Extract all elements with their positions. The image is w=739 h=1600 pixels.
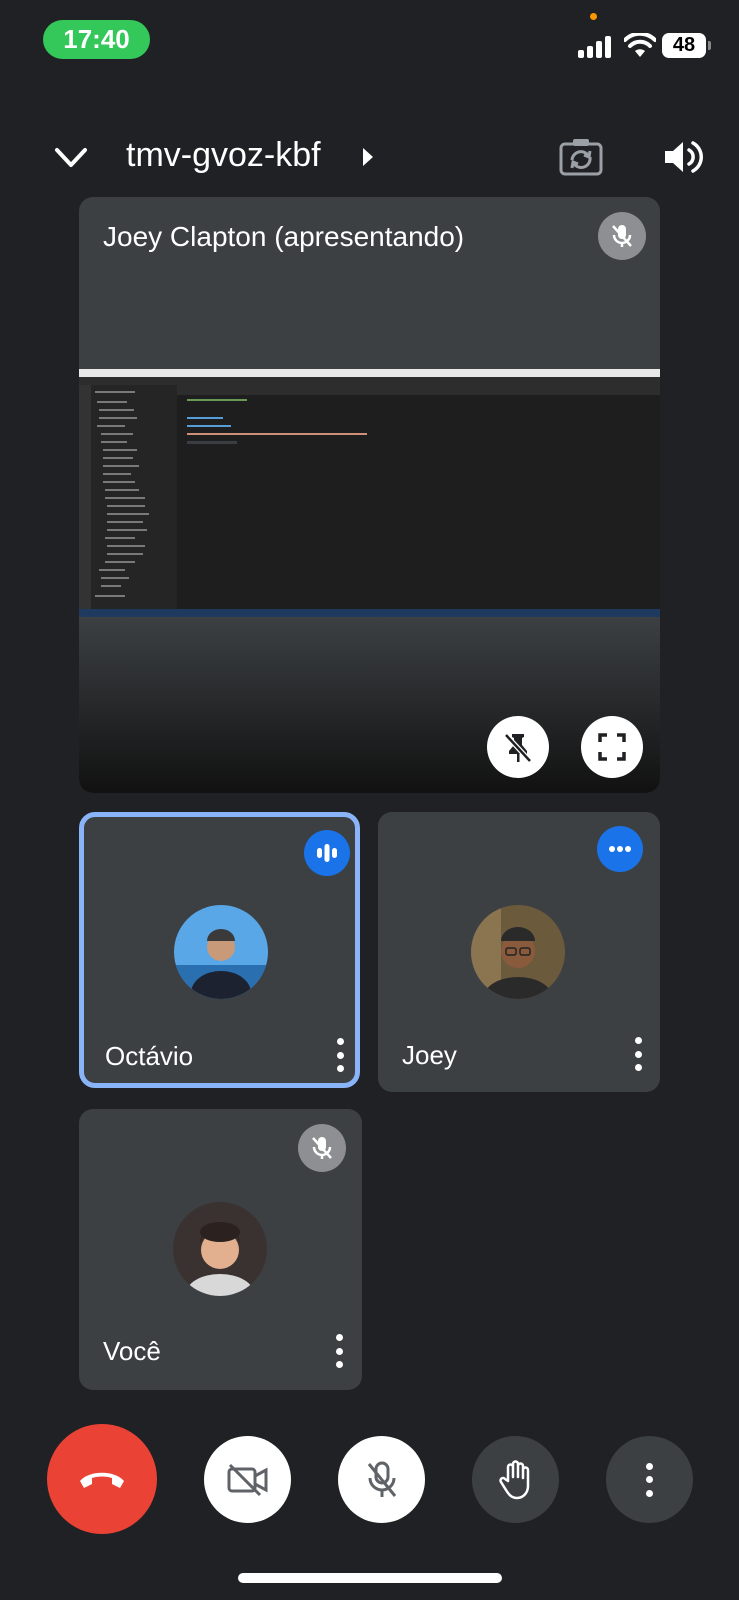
fullscreen-button[interactable] (581, 716, 643, 778)
chevron-down-icon[interactable] (52, 140, 90, 176)
hang-up-button[interactable] (47, 1424, 157, 1534)
avatar (471, 905, 565, 999)
speaker-icon[interactable] (662, 137, 704, 177)
battery-indicator: 48 (662, 33, 711, 58)
avatar (173, 1202, 267, 1296)
meeting-code[interactable]: tmv-gvoz-kbf (126, 136, 321, 175)
status-time: 17:40 (43, 20, 150, 59)
shared-screen (79, 369, 660, 617)
participant-name: Você (103, 1336, 161, 1366)
more-options-icon[interactable] (334, 1334, 344, 1368)
more-options-button[interactable] (606, 1436, 693, 1523)
more-vert-icon (645, 1462, 655, 1497)
camera-off-icon (227, 1463, 267, 1496)
home-indicator[interactable] (238, 1573, 502, 1583)
more-options-icon[interactable] (335, 1038, 345, 1072)
participant-tile-self[interactable]: Você (79, 1109, 362, 1390)
wifi-icon (624, 33, 656, 57)
raise-hand-button[interactable] (472, 1436, 559, 1523)
participant-name: Octávio (105, 1041, 194, 1071)
mic-off-icon (598, 212, 646, 260)
participant-tile-octavio[interactable]: Octávio (79, 812, 360, 1088)
mic-toggle-button[interactable] (338, 1436, 425, 1523)
mic-off-icon (298, 1124, 346, 1172)
switch-camera-icon[interactable] (558, 137, 604, 177)
privacy-indicator-dot (590, 13, 597, 20)
hand-icon (498, 1459, 529, 1499)
participant-tile-joey[interactable]: Joey (378, 812, 660, 1092)
unpin-button[interactable] (487, 716, 549, 778)
presenter-tile[interactable]: Joey Clapton (apresentando) (79, 197, 660, 793)
pin-off-icon (504, 733, 532, 763)
participant-name: Joey (402, 1040, 457, 1070)
camera-toggle-button[interactable] (204, 1436, 291, 1523)
speaking-indicator-icon (304, 830, 350, 876)
mic-off-icon (367, 1461, 396, 1497)
caret-right-icon[interactable] (360, 145, 376, 169)
cellular-signal-icon (578, 34, 614, 58)
presenter-name: Joey Clapton (apresentando) (103, 221, 465, 252)
more-activity-icon (597, 826, 643, 872)
more-options-icon[interactable] (633, 1037, 643, 1071)
fullscreen-icon (598, 733, 626, 761)
avatar (174, 905, 268, 999)
screen-fade (79, 617, 660, 793)
phone-hangup-icon (80, 1472, 124, 1488)
